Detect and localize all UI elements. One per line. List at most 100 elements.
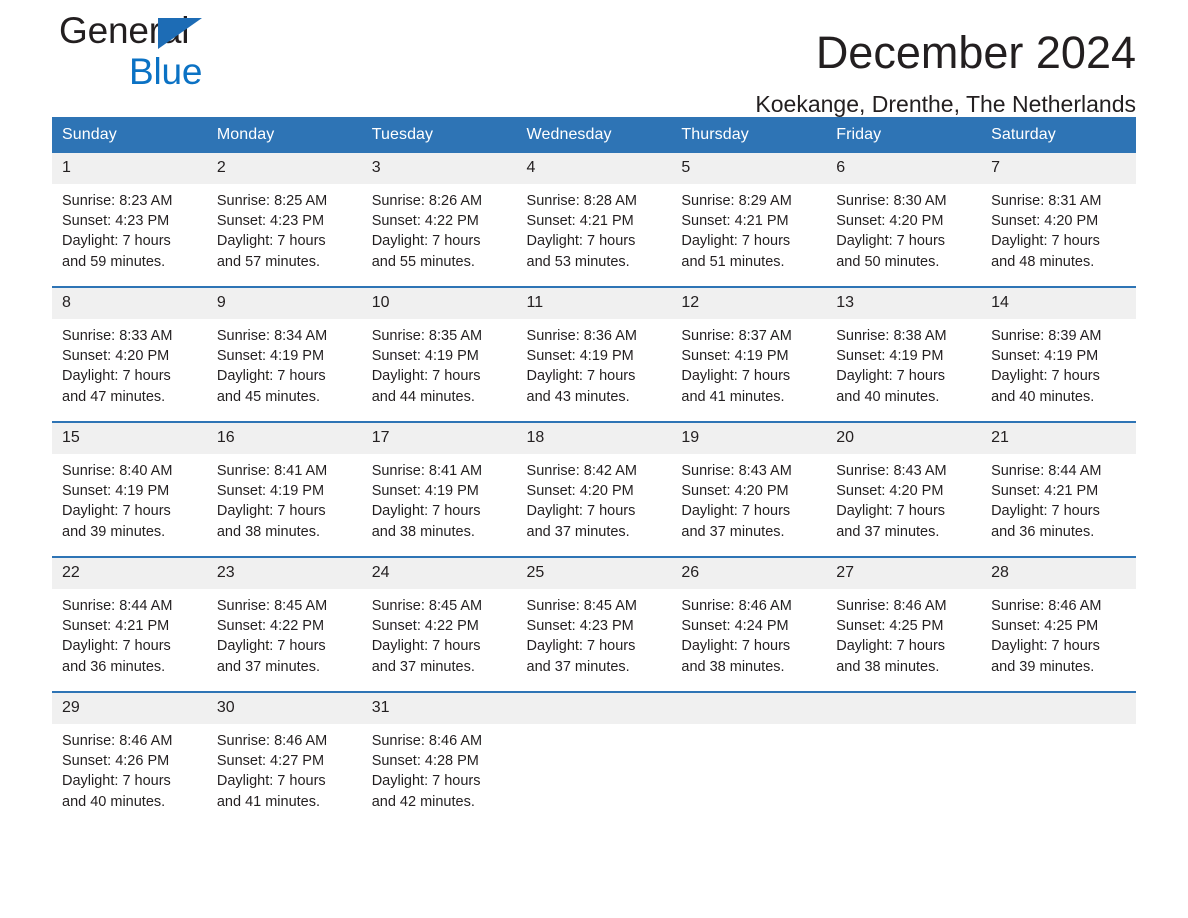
day-cell[interactable]: 7 Sunrise: 8:31 AM Sunset: 4:20 PM Dayli…: [981, 153, 1136, 287]
day-details: Sunrise: 8:29 AM Sunset: 4:21 PM Dayligh…: [671, 184, 826, 272]
sunrise-text: Sunrise: 8:35 AM: [371, 328, 483, 344]
day-number: 17: [361, 423, 517, 454]
day-details: [826, 724, 981, 731]
day-cell[interactable]: 17 Sunrise: 8:41 AM Sunset: 4:19 PM Dayl…: [361, 421, 517, 557]
daylight-text-line1: Daylight: 7 hours: [681, 233, 791, 250]
day-details: Sunrise: 8:39 AM Sunset: 4:19 PM Dayligh…: [981, 319, 1136, 407]
day-cell[interactable]: 15 Sunrise: 8:40 AM Sunset: 4:19 PM Dayl…: [52, 421, 207, 557]
day-cell[interactable]: 24 Sunrise: 8:45 AM Sunset: 4:22 PM Dayl…: [361, 556, 517, 692]
weekday-header-tuesday: Tuesday: [361, 117, 517, 153]
daylight-text-line1: Daylight: 7 hours: [991, 638, 1100, 655]
weekday-header-friday: Friday: [826, 117, 982, 153]
daylight-text-line2: and 39 minutes.: [62, 523, 166, 540]
day-number: [981, 693, 1136, 724]
day-details: Sunrise: 8:25 AM Sunset: 4:23 PM Dayligh…: [207, 184, 362, 272]
day-cell[interactable]: 3 Sunrise: 8:26 AM Sunset: 4:22 PM Dayli…: [361, 153, 517, 287]
daylight-text-line2: and 37 minutes.: [526, 523, 630, 540]
day-number: 3: [361, 153, 517, 184]
day-details: Sunrise: 8:44 AM Sunset: 4:21 PM Dayligh…: [52, 589, 207, 677]
day-cell[interactable]: 4 Sunrise: 8:28 AM Sunset: 4:21 PM Dayli…: [516, 153, 672, 287]
sunrise-text: Sunrise: 8:34 AM: [216, 328, 328, 344]
sunrise-text: Sunrise: 8:25 AM: [216, 193, 328, 209]
sunrise-text: Sunrise: 8:31 AM: [991, 193, 1102, 209]
day-cell[interactable]: 21 Sunrise: 8:44 AM Sunset: 4:21 PM Dayl…: [981, 421, 1136, 557]
day-number: 16: [206, 423, 362, 454]
sunrise-text: Sunrise: 8:45 AM: [526, 598, 637, 614]
day-cell[interactable]: 25 Sunrise: 8:45 AM Sunset: 4:23 PM Dayl…: [516, 556, 672, 692]
day-cell[interactable]: 23 Sunrise: 8:45 AM Sunset: 4:22 PM Dayl…: [206, 556, 362, 692]
day-cell[interactable]: 27 Sunrise: 8:46 AM Sunset: 4:25 PM Dayl…: [826, 556, 982, 692]
day-number: 20: [826, 423, 982, 454]
day-cell-empty: [516, 691, 672, 826]
sunset-text: Sunset: 4:25 PM: [836, 618, 944, 635]
day-cell[interactable]: 14 Sunrise: 8:39 AM Sunset: 4:19 PM Dayl…: [981, 286, 1136, 422]
day-number: 9: [206, 288, 362, 319]
day-details: Sunrise: 8:41 AM Sunset: 4:19 PM Dayligh…: [362, 454, 517, 542]
day-cell[interactable]: 20 Sunrise: 8:43 AM Sunset: 4:20 PM Dayl…: [826, 421, 982, 557]
day-details: Sunrise: 8:46 AM Sunset: 4:25 PM Dayligh…: [981, 589, 1136, 677]
day-details: Sunrise: 8:40 AM Sunset: 4:19 PM Dayligh…: [52, 454, 207, 542]
day-cell[interactable]: 1 Sunrise: 8:23 AM Sunset: 4:23 PM Dayli…: [52, 153, 207, 287]
daylight-text-line2: and 53 minutes.: [526, 253, 630, 270]
calendar-table: Sunday Monday Tuesday Wednesday Thursday…: [52, 117, 1136, 826]
day-cell[interactable]: 22 Sunrise: 8:44 AM Sunset: 4:21 PM Dayl…: [52, 556, 207, 692]
daylight-text-line2: and 55 minutes.: [371, 253, 475, 270]
day-cell[interactable]: 26 Sunrise: 8:46 AM Sunset: 4:24 PM Dayl…: [671, 556, 827, 692]
day-cell[interactable]: 13 Sunrise: 8:38 AM Sunset: 4:19 PM Dayl…: [826, 286, 982, 422]
sunrise-text: Sunrise: 8:46 AM: [371, 733, 483, 749]
day-details: Sunrise: 8:35 AM Sunset: 4:19 PM Dayligh…: [362, 319, 517, 407]
day-cell[interactable]: 31 Sunrise: 8:46 AM Sunset: 4:28 PM Dayl…: [361, 691, 517, 826]
daylight-text-line1: Daylight: 7 hours: [62, 638, 171, 655]
daylight-text-line1: Daylight: 7 hours: [216, 638, 326, 655]
sunset-text: Sunset: 4:23 PM: [62, 213, 170, 230]
generalblue-logo: General Blue: [59, 12, 259, 92]
daylight-text-line2: and 38 minutes.: [836, 658, 940, 675]
day-cell[interactable]: 5 Sunrise: 8:29 AM Sunset: 4:21 PM Dayli…: [671, 153, 827, 287]
calendar-week-row: 8 Sunrise: 8:33 AM Sunset: 4:20 PM Dayli…: [52, 286, 1136, 422]
day-details: Sunrise: 8:41 AM Sunset: 4:19 PM Dayligh…: [207, 454, 362, 542]
day-cell[interactable]: 8 Sunrise: 8:33 AM Sunset: 4:20 PM Dayli…: [52, 286, 207, 422]
day-cell[interactable]: 2 Sunrise: 8:25 AM Sunset: 4:23 PM Dayli…: [206, 153, 362, 287]
day-cell[interactable]: 9 Sunrise: 8:34 AM Sunset: 4:19 PM Dayli…: [206, 286, 362, 422]
day-cell[interactable]: 19 Sunrise: 8:43 AM Sunset: 4:20 PM Dayl…: [671, 421, 827, 557]
calendar-header-row: Sunday Monday Tuesday Wednesday Thursday…: [52, 117, 1136, 153]
day-cell-empty: [671, 691, 827, 826]
day-number: 11: [516, 288, 672, 319]
sunrise-text: Sunrise: 8:40 AM: [62, 463, 173, 479]
day-number: 22: [52, 558, 207, 589]
sunset-text: Sunset: 4:27 PM: [216, 753, 325, 770]
day-details: Sunrise: 8:42 AM Sunset: 4:20 PM Dayligh…: [517, 454, 672, 542]
day-details: Sunrise: 8:45 AM Sunset: 4:22 PM Dayligh…: [362, 589, 517, 677]
sunrise-text: Sunrise: 8:29 AM: [681, 193, 792, 209]
day-cell[interactable]: 30 Sunrise: 8:46 AM Sunset: 4:27 PM Dayl…: [206, 691, 362, 826]
sunset-text: Sunset: 4:20 PM: [836, 213, 944, 230]
day-cell[interactable]: 11 Sunrise: 8:36 AM Sunset: 4:19 PM Dayl…: [516, 286, 672, 422]
sunrise-text: Sunrise: 8:36 AM: [526, 328, 637, 344]
day-cell[interactable]: 28 Sunrise: 8:46 AM Sunset: 4:25 PM Dayl…: [981, 556, 1136, 692]
daylight-text-line2: and 38 minutes.: [681, 658, 785, 675]
sunrise-text: Sunrise: 8:37 AM: [681, 328, 792, 344]
sunset-text: Sunset: 4:19 PM: [836, 348, 944, 365]
day-cell[interactable]: 6 Sunrise: 8:30 AM Sunset: 4:20 PM Dayli…: [826, 153, 982, 287]
day-cell[interactable]: 10 Sunrise: 8:35 AM Sunset: 4:19 PM Dayl…: [361, 286, 517, 422]
sunrise-text: Sunrise: 8:42 AM: [526, 463, 637, 479]
day-cell[interactable]: 16 Sunrise: 8:41 AM Sunset: 4:19 PM Dayl…: [206, 421, 362, 557]
daylight-text-line2: and 59 minutes.: [62, 253, 166, 270]
daylight-text-line2: and 41 minutes.: [681, 388, 785, 405]
day-cell[interactable]: 12 Sunrise: 8:37 AM Sunset: 4:19 PM Dayl…: [671, 286, 827, 422]
day-details: Sunrise: 8:33 AM Sunset: 4:20 PM Dayligh…: [52, 319, 207, 407]
daylight-text-line2: and 57 minutes.: [216, 253, 321, 270]
day-cell[interactable]: 18 Sunrise: 8:42 AM Sunset: 4:20 PM Dayl…: [516, 421, 672, 557]
day-cell[interactable]: 29 Sunrise: 8:46 AM Sunset: 4:26 PM Dayl…: [52, 691, 207, 826]
sunrise-text: Sunrise: 8:46 AM: [836, 598, 947, 614]
sunrise-text: Sunrise: 8:23 AM: [62, 193, 173, 209]
day-number: [516, 693, 672, 724]
sunset-text: Sunset: 4:24 PM: [681, 618, 789, 635]
daylight-text-line2: and 47 minutes.: [62, 388, 166, 405]
daylight-text-line1: Daylight: 7 hours: [371, 638, 481, 655]
sunset-text: Sunset: 4:25 PM: [991, 618, 1099, 635]
day-details: Sunrise: 8:36 AM Sunset: 4:19 PM Dayligh…: [517, 319, 672, 407]
sunset-text: Sunset: 4:20 PM: [681, 483, 789, 500]
day-number: 18: [516, 423, 672, 454]
sunset-text: Sunset: 4:20 PM: [836, 483, 944, 500]
